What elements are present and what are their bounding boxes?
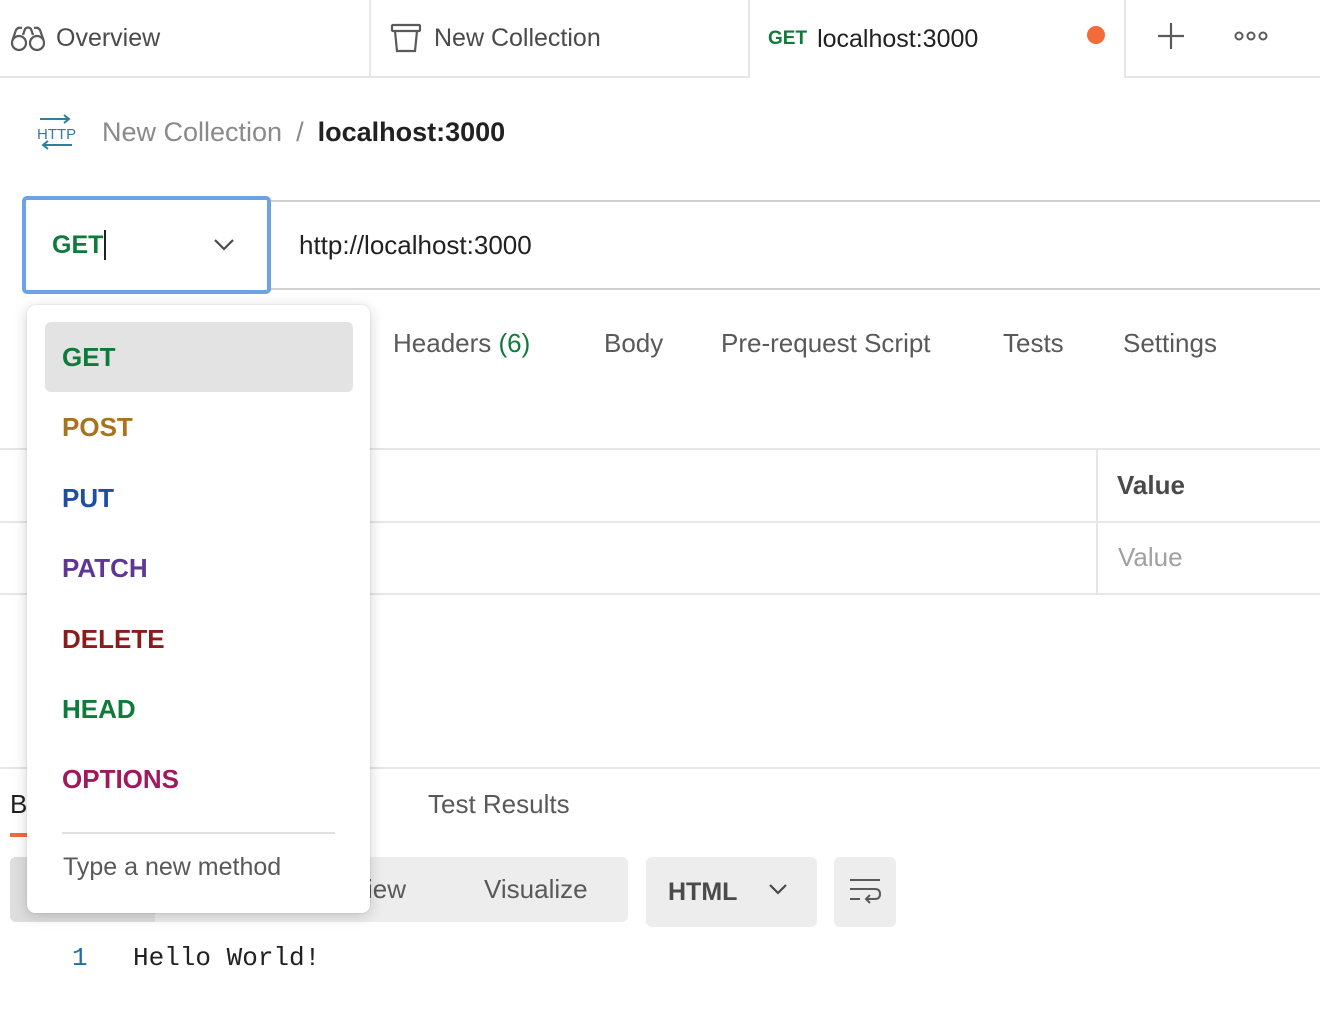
method-option-delete[interactable]: DELETE <box>45 604 353 674</box>
method-option-get[interactable]: GET <box>45 322 353 392</box>
more-tabs-button[interactable] <box>1216 0 1320 78</box>
method-option-label: PUT <box>62 482 114 513</box>
tab-bar: Overview New Collection GET localhost:30… <box>0 0 1320 78</box>
binoculars-icon <box>10 23 46 53</box>
method-option-patch[interactable]: PATCH <box>45 533 353 603</box>
breadcrumb-parent-link[interactable]: New Collection <box>102 117 282 148</box>
url-input[interactable]: http://localhost:3000 <box>271 200 1320 290</box>
method-option-label: GET <box>62 341 116 372</box>
unsaved-changes-dot <box>1087 26 1105 44</box>
more-horizontal-icon <box>1234 29 1268 47</box>
tab-overview[interactable]: Overview <box>0 0 369 78</box>
tab-body[interactable]: Body <box>604 318 663 368</box>
response-tab-body[interactable]: B <box>10 786 27 822</box>
chevron-down-icon <box>768 883 788 901</box>
tab-tests[interactable]: Tests <box>1003 318 1064 368</box>
code-line-number: 1 <box>72 943 88 973</box>
text-caret <box>104 230 107 260</box>
method-option-post[interactable]: POST <box>45 392 353 462</box>
tab-localhost-request[interactable]: GET localhost:3000 <box>748 0 1126 78</box>
tab-headers[interactable]: Headers (6) <box>393 318 530 368</box>
method-option-label: OPTIONS <box>62 763 180 794</box>
response-format-select[interactable]: HTML <box>646 857 817 927</box>
http-request-icon: HTTP <box>36 113 76 151</box>
format-select-value: HTML <box>668 877 738 906</box>
method-dropdown-menu: GET POST PUT PATCH DELETE HEAD OPTIONS T… <box>27 305 370 913</box>
request-url-bar: GET http://localhost:3000 <box>22 196 1320 294</box>
active-tab-indicator <box>10 833 28 837</box>
method-option-put[interactable]: PUT <box>45 463 353 533</box>
value-column-header: Value <box>1117 470 1185 500</box>
tab-method-badge: GET <box>768 28 808 49</box>
tab-pre-request-script[interactable]: Pre-request Script <box>721 318 931 368</box>
response-body-text: Hello World! <box>133 943 321 973</box>
wrap-lines-button[interactable] <box>834 857 896 927</box>
view-visualize-segment[interactable]: Visualize <box>484 857 588 922</box>
method-option-label: DELETE <box>62 623 165 654</box>
svg-text:HTTP: HTTP <box>37 126 76 143</box>
method-option-options[interactable]: OPTIONS <box>45 744 353 814</box>
response-tab-test-results[interactable]: Test Results <box>428 786 570 822</box>
method-select-value: GET <box>52 230 104 259</box>
collection-box-icon <box>390 22 422 54</box>
tab-new-collection-label: New Collection <box>434 23 601 52</box>
tab-localhost-label: localhost:3000 <box>817 24 979 53</box>
method-option-label: HEAD <box>62 693 136 724</box>
tab-settings[interactable]: Settings <box>1123 318 1217 368</box>
new-method-input[interactable]: Type a new method <box>63 853 281 882</box>
wrap-lines-icon <box>848 876 882 909</box>
value-input[interactable]: Value <box>1118 542 1183 573</box>
chevron-down-icon <box>213 238 235 257</box>
tab-overview-label: Overview <box>56 23 161 52</box>
method-select[interactable]: GET <box>22 196 271 294</box>
plus-icon <box>1156 21 1186 56</box>
breadcrumb-separator: / <box>296 116 304 147</box>
request-name[interactable]: localhost:3000 <box>318 117 506 148</box>
dropdown-divider <box>62 832 335 834</box>
method-option-label: PATCH <box>62 552 148 583</box>
headers-count-badge: (6) <box>498 328 531 358</box>
tab-new-collection[interactable]: New Collection <box>369 0 748 78</box>
method-option-head[interactable]: HEAD <box>45 674 353 744</box>
method-option-label: POST <box>62 411 133 442</box>
view-preview-segment[interactable]: iew <box>367 857 406 922</box>
new-tab-button[interactable] <box>1126 0 1216 78</box>
tab-headers-label: Headers <box>393 328 492 358</box>
table-column-divider <box>1096 450 1098 595</box>
breadcrumb: HTTP New Collection / localhost:3000 <box>36 110 505 154</box>
